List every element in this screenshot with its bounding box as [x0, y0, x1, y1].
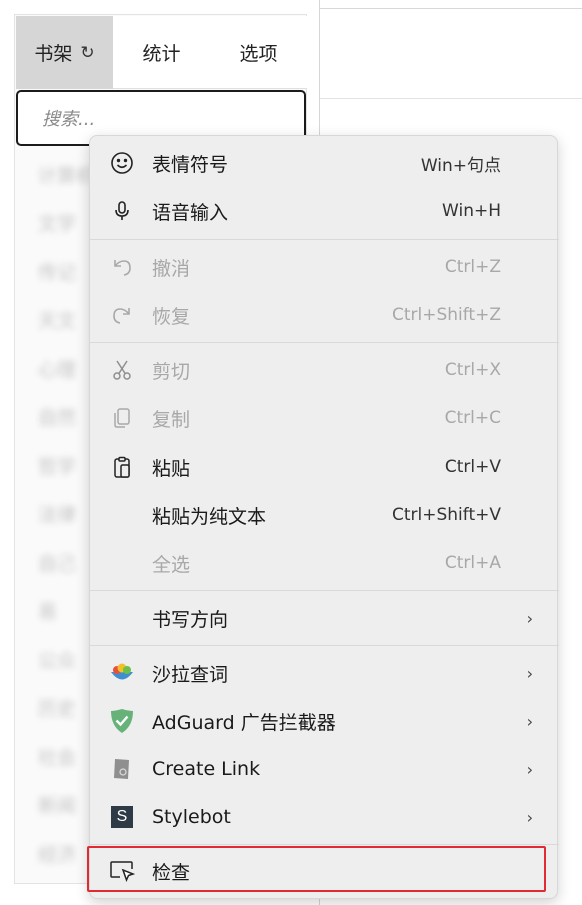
menu-separator	[90, 239, 559, 240]
tab-label: 统计	[142, 43, 181, 65]
menu-item-stylebot[interactable]: S Stylebot ›	[90, 793, 559, 841]
menu-item-label: 粘贴	[152, 457, 191, 480]
menu-separator	[90, 844, 559, 845]
menu-separator	[90, 342, 559, 343]
menu-item-label: 恢复	[152, 305, 191, 328]
menu-item-shortcut: Ctrl+X	[444, 360, 501, 380]
popup-tabs: 书架 ↻ 统计 选项	[16, 16, 307, 89]
menu-item-select-all[interactable]: 全选 Ctrl+A	[90, 539, 559, 587]
menu-separator	[90, 590, 559, 591]
menu-item-shortcut: Ctrl+A	[444, 553, 501, 573]
menu-item-adguard[interactable]: AdGuard 广告拦截器 ›	[90, 697, 559, 745]
menu-item-emoji[interactable]: 表情符号 Win+句点	[90, 139, 559, 187]
menu-item-label: 剪切	[152, 360, 191, 383]
menu-item-writing-direction[interactable]: 书写方向 ›	[90, 594, 559, 642]
menu-item-paste[interactable]: 粘贴 Ctrl+V	[90, 443, 559, 491]
chevron-right-icon: ›	[526, 608, 533, 628]
menu-item-redo[interactable]: 恢复 Ctrl+Shift+Z	[90, 291, 559, 339]
tab-bookshelf[interactable]: 书架 ↻	[16, 16, 113, 89]
menu-item-undo[interactable]: 撤消 Ctrl+Z	[90, 243, 559, 291]
chevron-right-icon: ›	[526, 711, 533, 731]
menu-item-shortcut: Ctrl+V	[444, 457, 501, 477]
redo-icon	[108, 301, 136, 329]
menu-item-shortcut: Win+H	[442, 201, 501, 221]
menu-item-copy[interactable]: 复制 Ctrl+C	[90, 394, 559, 442]
menu-item-voice-input[interactable]: 语音输入 Win+H	[90, 187, 559, 235]
tab-label: 书架	[34, 43, 73, 65]
chevron-right-icon: ›	[526, 663, 533, 683]
refresh-icon[interactable]: ↻	[80, 43, 94, 63]
menu-item-shortcut: Ctrl+Shift+V	[391, 505, 501, 525]
menu-separator	[90, 645, 559, 646]
tab-options[interactable]: 选项	[210, 16, 307, 89]
menu-item-shortcut: Ctrl+Z	[444, 257, 501, 277]
saladict-icon	[108, 659, 136, 687]
menu-item-cut[interactable]: 剪切 Ctrl+X	[90, 346, 559, 394]
stylebot-icon: S	[108, 803, 136, 831]
menu-item-paste-plain-text[interactable]: 粘贴为纯文本 Ctrl+Shift+V	[90, 491, 559, 539]
menu-item-label: 书写方向	[152, 608, 229, 631]
menu-item-shortcut: Ctrl+Shift+Z	[391, 305, 501, 325]
menu-item-label: Stylebot	[152, 806, 231, 828]
menu-item-label: 沙拉查词	[152, 663, 229, 686]
menu-item-label: 复制	[152, 408, 191, 431]
menu-item-create-link[interactable]: Create Link ›	[90, 745, 559, 793]
menu-item-label: 全选	[152, 553, 191, 576]
chevron-right-icon: ›	[526, 807, 533, 827]
page-divider	[320, 8, 582, 9]
copy-icon	[108, 404, 136, 432]
menu-item-label: 粘贴为纯文本	[152, 505, 267, 528]
create-link-icon	[108, 755, 136, 783]
highlight-box	[87, 846, 546, 892]
tab-label: 选项	[239, 43, 278, 65]
undo-icon	[108, 253, 136, 281]
screen: 书架 ↻ 统计 选项 搜索... 计算机 文学 传记 天文 心理 自然 哲学 法…	[0, 0, 582, 905]
menu-item-label: AdGuard 广告拦截器	[152, 711, 336, 734]
menu-item-label: Create Link	[152, 758, 261, 780]
scissors-icon	[108, 356, 136, 384]
menu-item-label: 表情符号	[152, 153, 229, 176]
chevron-right-icon: ›	[526, 759, 533, 779]
emoji-icon	[108, 149, 136, 177]
menu-item-shortcut: Win+句点	[420, 155, 501, 176]
menu-item-saladict[interactable]: 沙拉查词 ›	[90, 649, 559, 697]
tab-statistics[interactable]: 统计	[113, 16, 210, 89]
page-divider	[320, 98, 582, 99]
menu-item-shortcut: Ctrl+C	[444, 408, 501, 428]
microphone-icon	[108, 197, 136, 225]
paste-icon	[108, 453, 136, 481]
stylebot-letter: S	[111, 806, 133, 828]
context-menu: 表情符号 Win+句点 语音输入 Win+H 撤消 Ctrl+Z 恢复 Ctrl…	[89, 135, 559, 899]
adguard-shield-icon	[108, 707, 136, 735]
menu-item-label: 撤消	[152, 257, 191, 280]
menu-item-label: 语音输入	[152, 201, 229, 224]
